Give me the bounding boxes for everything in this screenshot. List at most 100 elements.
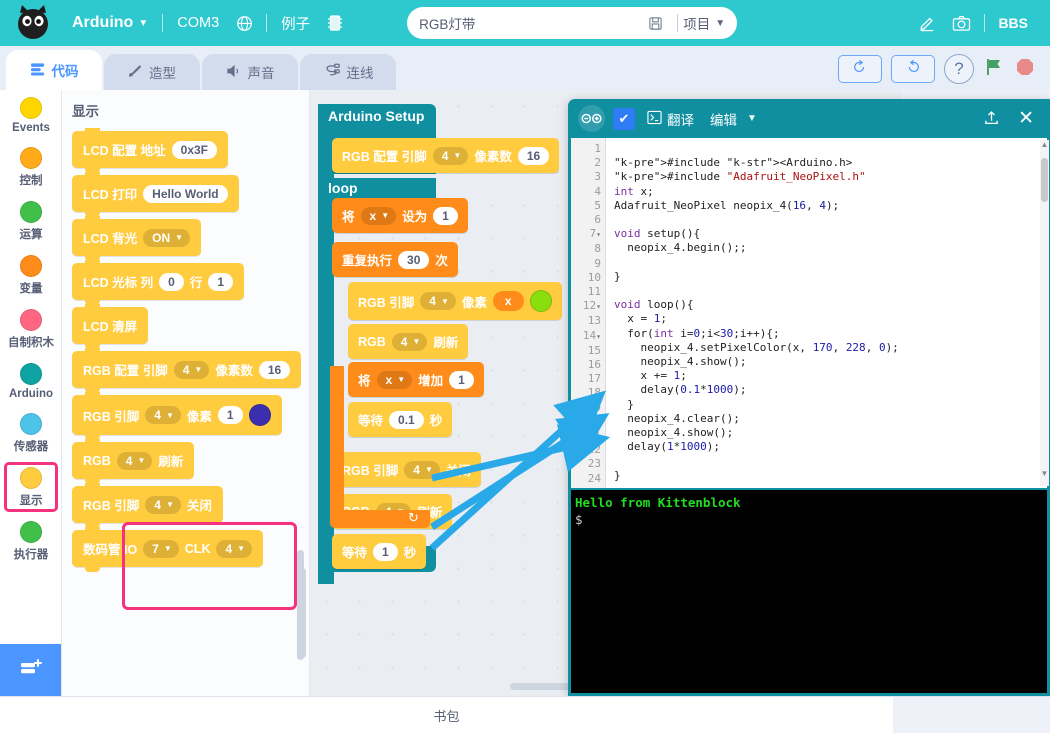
backpack-panel[interactable]: 书包 <box>0 696 893 733</box>
code-text[interactable]: "k-pre">#include "k-str"><Arduino.h> "k-p… <box>605 138 1047 488</box>
workspace-block-ws-rgb-refresh-1[interactable]: RGB 4 ▼ 刷新 <box>348 324 469 359</box>
top-menu-bar: Arduino ▼ COM3 例子 RGB灯带 项目 ▼ BBS <box>0 0 1050 46</box>
block-dropdown[interactable]: 4▼ <box>404 460 440 479</box>
category-item-4[interactable]: 自制积木 <box>0 302 61 356</box>
block-color-swatch[interactable] <box>529 290 552 312</box>
tab-wiring[interactable]: 连线 <box>300 54 396 90</box>
category-item-7[interactable]: 显示 <box>0 460 61 514</box>
edit-menu[interactable]: 编辑 ▼ <box>706 109 761 129</box>
palette-block-lcd-config[interactable]: LCD 配置 地址 0x3F <box>72 128 228 173</box>
block-input[interactable]: Hello World <box>143 184 228 203</box>
workspace-block-ws-rgb-pixel[interactable]: RGB 引脚 4 ▼ 像素 x <box>348 282 562 320</box>
project-menu[interactable]: 项目 ▼ <box>683 13 725 33</box>
dropdown-value: 7 <box>152 541 159 556</box>
block-dropdown[interactable]: 4▼ <box>391 332 428 351</box>
add-block-icon <box>18 656 44 685</box>
palette-block-rgb-refresh[interactable]: RGB 4 ▼ 刷新 <box>72 439 195 484</box>
block-input[interactable]: 0x3F <box>171 140 217 159</box>
category-item-8[interactable]: 执行器 <box>0 514 61 568</box>
save-icon[interactable] <box>648 16 663 31</box>
block-input[interactable]: 1 <box>433 206 458 225</box>
workspace-vscrollbar[interactable] <box>299 568 306 658</box>
palette-block-digital-tube[interactable]: 数码管 IO 7 ▼ CLK 4 ▼ <box>72 527 264 572</box>
block-input[interactable]: 30 <box>398 250 430 269</box>
translate-button[interactable]: 翻译 <box>643 109 698 129</box>
block-variable[interactable]: x <box>492 291 524 311</box>
category-item-0[interactable]: Events <box>0 90 61 140</box>
code-editor[interactable]: 1 2 3 4 5 6 7▾ 8 9 10 11 12▾ 13 14▾ 15 16 17 18 19 20 21 22 23… <box>571 138 1047 488</box>
palette-block-lcd-clear[interactable]: LCD 清屏 <box>72 304 149 349</box>
line-number: 15 <box>587 343 601 357</box>
block-dropdown[interactable]: 7 ▼ <box>143 539 179 558</box>
palette-block-rgb-pixel[interactable]: RGB 引脚 4 ▼ 像素 1 <box>72 392 282 440</box>
palette-block-rgb-config[interactable]: RGB 配置 引脚 4 ▼ 像素数 16 <box>72 348 302 393</box>
workspace-block-ws-change-x[interactable]: 将 x ▼ 增加 1 <box>348 362 484 397</box>
block-dropdown[interactable]: 4▼ <box>432 146 469 165</box>
workspace-block-ws-wait-01[interactable]: 等待 0.1 秒 <box>348 402 453 437</box>
tab-sound[interactable]: 声音 <box>202 54 298 90</box>
workspace-block-ws-repeat[interactable]: 重复执行 30 次 <box>332 242 458 277</box>
pencil-icon[interactable] <box>910 0 944 46</box>
redo-button[interactable] <box>891 55 935 83</box>
workspace-block-ws-set-x[interactable]: 将 x ▼ 设为 1 <box>332 198 468 233</box>
kittenblock-cat-logo[interactable] <box>12 3 56 43</box>
line-number: 3 <box>594 170 601 184</box>
palette-block-lcd-backlight[interactable]: LCD 背光 ON ▼ <box>72 216 202 261</box>
block-dropdown[interactable]: 4▼ <box>216 539 253 558</box>
category-item-5[interactable]: Arduino <box>0 356 61 406</box>
block-dropdown[interactable]: 4▼ <box>116 451 153 470</box>
block-dropdown[interactable]: 4▼ <box>420 292 456 310</box>
workspace-block-ws-rgb-config[interactable]: RGB 配置 引脚 4 ▼ 像素数 16 <box>332 138 560 173</box>
editor-scroll-thumb[interactable] <box>1041 158 1048 202</box>
block-dropdown[interactable]: 4▼ <box>145 495 181 514</box>
block-dropdown[interactable]: x ▼ <box>360 206 397 225</box>
category-item-3[interactable]: 变量 <box>0 248 61 302</box>
palette-block-lcd-cursor[interactable]: LCD 光标 列 0行1 <box>72 260 245 305</box>
block-input[interactable]: 16 <box>517 146 550 165</box>
globe-icon[interactable] <box>228 0 261 46</box>
palette-block-rgb-off[interactable]: RGB 引脚 4 ▼ 关闭 <box>72 483 223 528</box>
block-input[interactable]: 1 <box>373 542 398 561</box>
block-dropdown[interactable]: 4▼ <box>173 360 210 379</box>
upload-button[interactable] <box>979 109 1004 129</box>
block-input[interactable]: 0.1 <box>389 410 424 429</box>
workspace-block-ws-wait-1[interactable]: 等待 1 秒 <box>332 534 427 569</box>
bbs-link[interactable]: BBS <box>990 15 1036 31</box>
bottom-right-filler <box>893 696 1050 733</box>
tab-code[interactable]: 代码 <box>6 50 102 90</box>
serial-terminal[interactable]: Hello from Kittenblock $ <box>571 490 1047 693</box>
block-input[interactable]: 1 <box>208 272 234 291</box>
tab-costume[interactable]: 造型 <box>104 54 200 90</box>
block-input[interactable]: 1 <box>217 406 243 424</box>
category-item-2[interactable]: 运算 <box>0 194 61 248</box>
block-input[interactable]: 1 <box>449 370 474 389</box>
category-item-1[interactable]: 控制 <box>0 140 61 194</box>
examples-menu[interactable]: 例子 <box>272 0 319 46</box>
undo-button[interactable] <box>838 55 882 83</box>
palette-block-lcd-print[interactable]: LCD 打印 Hello World <box>72 172 239 217</box>
block-input[interactable]: 16 <box>258 360 291 379</box>
camera-icon[interactable] <box>944 0 979 46</box>
verify-button[interactable]: ✔ <box>613 107 635 130</box>
block-dropdown[interactable]: ON ▼ <box>143 228 191 247</box>
add-extension-button[interactable] <box>0 644 61 696</box>
chip-icon[interactable] <box>319 0 351 46</box>
green-flag-button[interactable] <box>983 56 1005 83</box>
close-button[interactable]: ✕ <box>1012 107 1040 130</box>
stop-button[interactable] <box>1014 56 1036 83</box>
serial-port-menu[interactable]: COM3 <box>168 0 228 46</box>
block-color-swatch[interactable] <box>248 404 271 426</box>
board-menu[interactable]: Arduino ▼ <box>56 0 157 46</box>
block-dropdown[interactable]: 4▼ <box>145 406 181 424</box>
project-name-input[interactable] <box>419 15 640 31</box>
workspace-block-ws-rgb-off[interactable]: RGB 引脚 4 ▼ 关闭 <box>332 452 481 487</box>
editor-scrollbar[interactable]: ▲ <box>1040 140 1049 486</box>
block-dropdown[interactable]: x ▼ <box>376 370 413 389</box>
help-button[interactable]: ? <box>944 54 974 84</box>
scroll-up-arrow-icon[interactable]: ▲ <box>1040 140 1049 149</box>
block-text: LCD 光标 列 <box>83 276 154 290</box>
block-input[interactable]: 0 <box>159 272 184 291</box>
scroll-down-arrow-icon[interactable]: ▼ <box>1040 469 1049 478</box>
arduino-infinity-icon[interactable] <box>578 105 605 132</box>
category-item-6[interactable]: 传感器 <box>0 406 61 460</box>
